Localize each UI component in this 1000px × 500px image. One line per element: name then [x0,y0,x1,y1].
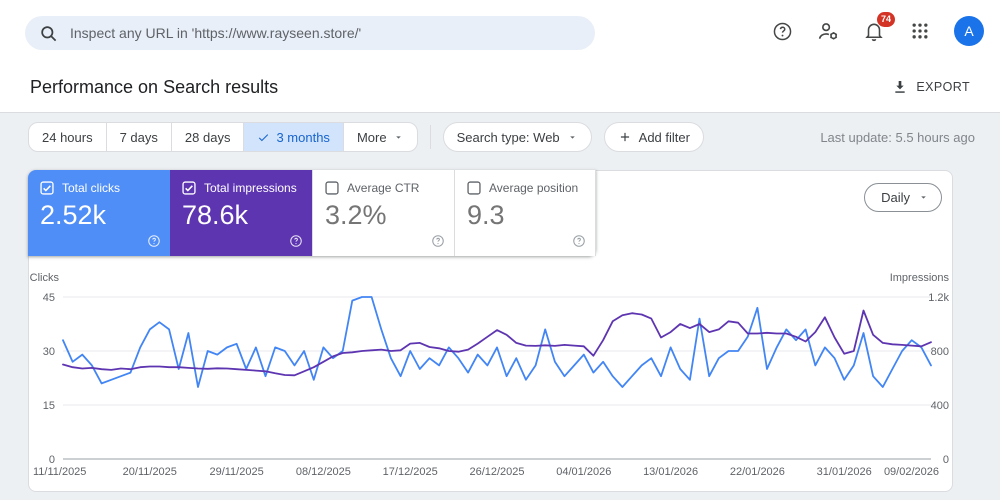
clicks-line-series [62,296,932,388]
x-axis-tick-label: 09/02/2026 [884,466,939,478]
url-inspect-search-bar[interactable] [25,16,595,50]
page-title: Performance on Search results [30,76,279,97]
check-icon [259,133,269,141]
download-icon [895,81,906,93]
x-axis-tick-label: 13/01/2026 [643,466,698,478]
notification-count-badge: 74 [876,12,895,27]
checkbox-unchecked-icon[interactable] [325,181,339,195]
right-axis-tick-label: 1.2k [928,292,949,304]
search-type-chip[interactable]: Search type: Web [442,122,592,152]
line-chart: 45 1.2k 30 800 15 400 0 0 Clicks Impressions 11/11… [30,272,950,478]
add-filter-chip[interactable]: Add filter [603,122,704,152]
range-more-dropdown[interactable]: More [342,123,417,151]
left-axis-tick-label: 30 [43,346,55,358]
last-update-text: Last update: 5.5 hours ago [820,129,975,145]
checkbox-checked-icon[interactable] [40,181,54,195]
export-button[interactable]: EXPORT [892,79,970,95]
checkbox-checked-icon[interactable] [182,181,196,195]
x-axis-tick-label: 11/11/2025 [33,466,86,478]
x-axis-tick-label: 22/01/2026 [730,466,785,478]
date-range-segmented-control: 24 hours 7 days 28 days 3 months More [28,122,418,152]
left-axis-tick-label: 15 [43,400,55,412]
metric-tiles: Total clicks 2.52k Total impressions 78.… [28,170,596,256]
left-axis-title: Clicks [30,272,60,284]
x-axis-tick-label: 08/12/2025 [296,466,351,478]
left-axis-tick-label: 0 [49,454,55,466]
title-bar: Performance on Search results EXPORT [0,62,1000,113]
top-app-bar: 74 A [0,0,1000,62]
right-axis-tick-label: 400 [931,400,949,412]
total-clicks-tile[interactable]: Total clicks 2.52k [28,170,170,256]
plus-icon [620,132,629,142]
performance-card: Total clicks 2.52k Total impressions 78.… [28,170,953,492]
average-ctr-tile[interactable]: Average CTR 3.2% [312,170,454,256]
x-axis-tick-label: 17/12/2025 [383,466,438,478]
left-axis-tick-label: 45 [43,292,55,304]
user-settings-icon[interactable] [816,19,840,43]
total-impressions-value: 78.6k [182,200,249,230]
chevron-down-icon [395,135,401,139]
x-axis-tick-label: 04/01/2026 [556,466,611,478]
checkbox-unchecked-icon[interactable] [467,181,481,195]
help-icon[interactable] [770,19,794,43]
help-icon[interactable] [431,234,445,248]
notifications-bell-icon[interactable]: 74 [862,12,895,43]
right-axis-tick-label: 800 [931,346,949,358]
average-position-tile[interactable]: Average position 9.3 [454,170,596,256]
account-avatar[interactable]: A [954,16,984,46]
search-input[interactable] [70,25,581,41]
help-icon[interactable] [147,234,161,248]
help-icon[interactable] [572,234,586,248]
right-axis-tick-label: 0 [943,454,949,466]
range-24-hours[interactable]: 24 hours [29,123,106,151]
x-axis-tick-label: 26/12/2025 [469,466,524,478]
range-3-months[interactable]: 3 months [243,123,343,151]
divider [429,125,431,149]
total-clicks-value: 2.52k [40,200,107,230]
chevron-down-icon [921,196,926,199]
x-axis-tick-label: 29/11/2025 [209,466,263,478]
right-axis-title: Impressions [890,272,950,284]
range-7-days[interactable]: 7 days [105,123,171,151]
x-axis-tick-label: 31/01/2026 [817,466,872,478]
impressions-line-series [62,309,932,377]
average-ctr-value: 3.2% [325,200,387,230]
performance-chart: 45 1.2k 30 800 15 400 0 0 Clicks Impressions 11/11… [29,269,954,493]
range-28-days[interactable]: 28 days [170,123,244,151]
chevron-down-icon [569,135,575,139]
search-console-performance-page: 74 A Performance on Search results EXPOR… [0,0,1000,500]
total-impressions-tile[interactable]: Total impressions 78.6k [170,170,312,256]
average-position-value: 9.3 [467,200,505,230]
filter-bar: 24 hours 7 days 28 days 3 months More Se… [28,122,975,152]
header-actions: 74 A [770,0,984,62]
search-icon [41,25,57,41]
help-icon[interactable] [289,234,303,248]
apps-grid-icon[interactable] [908,19,932,43]
x-axis-tick-label: 20/11/2025 [123,466,177,478]
granularity-dropdown[interactable]: Daily [864,183,942,212]
